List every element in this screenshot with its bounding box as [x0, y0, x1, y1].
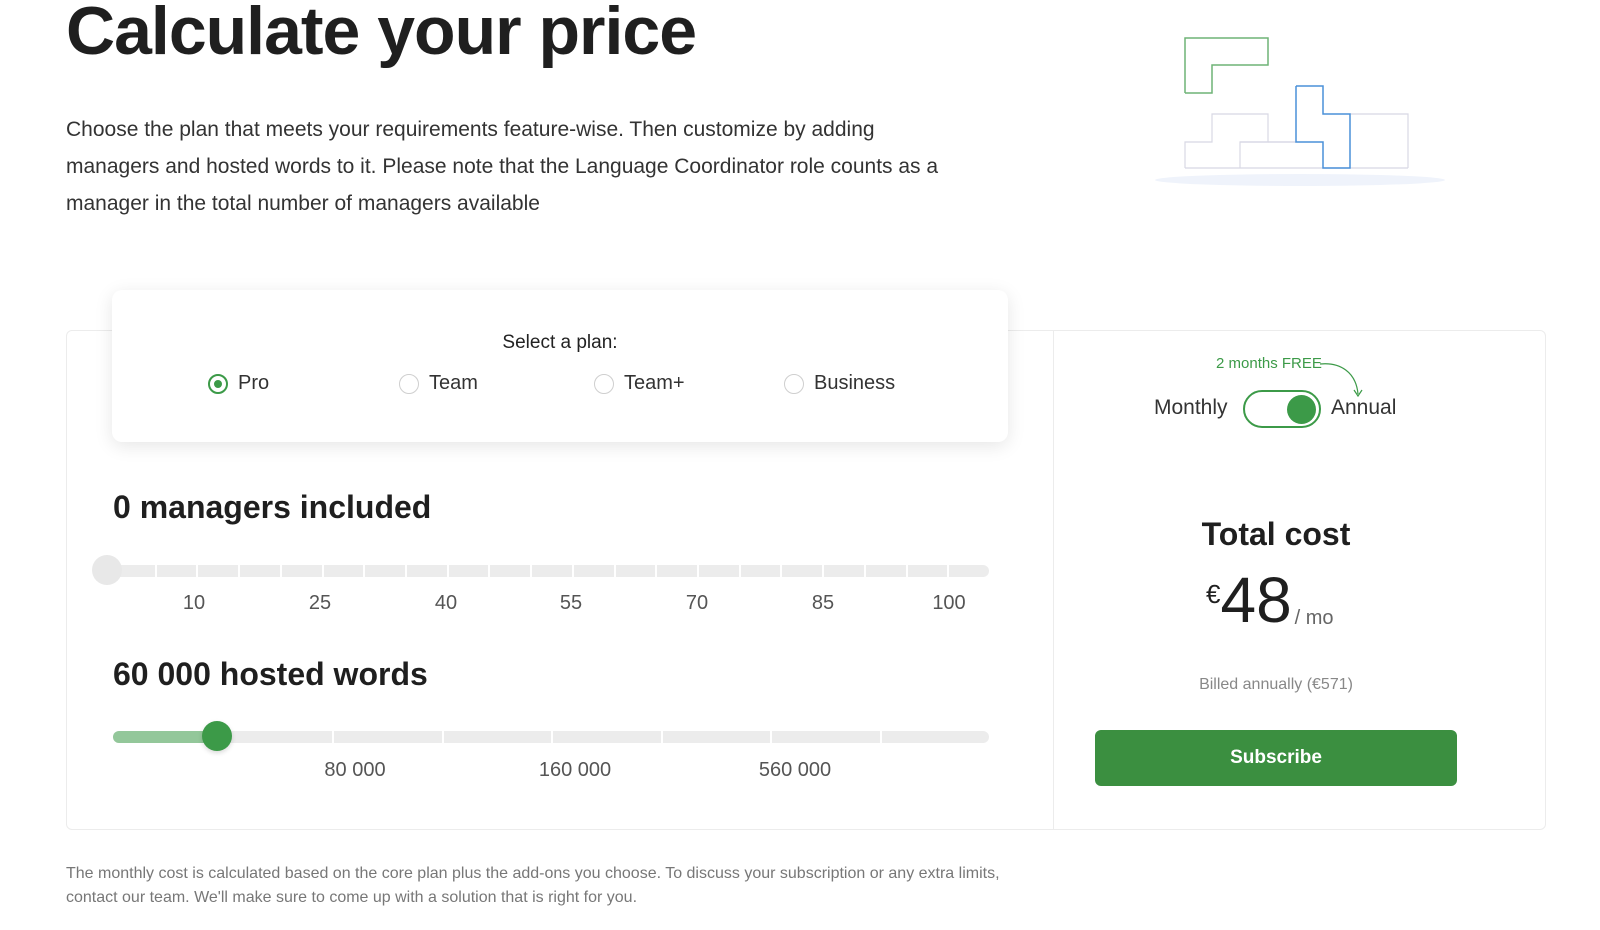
subscribe-button[interactable]: Subscribe — [1095, 730, 1457, 786]
footnote: The monthly cost is calculated based on … — [66, 865, 1000, 906]
price-display: € 48 / mo — [1206, 565, 1334, 635]
billing-monthly-label[interactable]: Monthly — [1154, 396, 1228, 420]
managers-heading: 0 managers included — [113, 489, 432, 525]
words-heading: 60 000 hosted words — [113, 656, 428, 692]
plan-option-label: Team — [429, 372, 478, 394]
slider-segment-divider — [655, 565, 657, 577]
toggle-knob — [1287, 395, 1316, 424]
plan-option-business[interactable]: Business — [784, 372, 895, 395]
billing-toggle[interactable] — [1243, 390, 1321, 428]
plan-option-label: Pro — [238, 372, 270, 394]
free-months-note: 2 months FREE — [1216, 355, 1322, 372]
slider-segment-divider — [405, 565, 407, 577]
radio-selected-icon[interactable] — [208, 373, 228, 394]
plan-option-team[interactable]: Team — [399, 372, 478, 395]
slider-segment-divider — [332, 731, 334, 743]
words-slider[interactable] — [113, 731, 989, 743]
price-currency: € — [1206, 579, 1221, 609]
slider-segment-divider — [363, 565, 365, 577]
slider-segment-divider — [155, 565, 157, 577]
page-description: Choose the plan that meets your requirem… — [66, 118, 939, 215]
words-tick: 560 000 — [758, 759, 832, 781]
slider-segment-divider — [447, 565, 449, 577]
slider-segment-divider — [770, 731, 772, 743]
slider-segment-divider — [739, 565, 741, 577]
managers-tick: 70 — [685, 592, 709, 614]
slider-segment-divider — [780, 565, 782, 577]
slider-segment-divider — [488, 565, 490, 577]
slider-segment-divider — [196, 565, 198, 577]
managers-slider[interactable] — [113, 565, 989, 577]
slider-segment-divider — [697, 565, 699, 577]
radio-unselected-icon[interactable] — [784, 373, 804, 394]
managers-tick: 10 — [182, 592, 206, 614]
slider-segment-divider — [530, 565, 532, 577]
price-period: / mo — [1294, 607, 1334, 629]
words-slider-thumb[interactable] — [202, 721, 232, 751]
managers-tick: 40 — [434, 592, 458, 614]
words-tick: 160 000 — [538, 759, 612, 781]
managers-slider-thumb[interactable] — [92, 555, 122, 585]
plan-selector: Select a plan: Pro Team Team+ Business — [112, 290, 1008, 442]
slider-segment-divider — [572, 565, 574, 577]
slider-segment-divider — [322, 565, 324, 577]
plan-selector-title: Select a plan: — [502, 332, 618, 353]
billing-annual-label[interactable]: Annual — [1331, 396, 1396, 420]
managers-tick: 100 — [932, 592, 966, 614]
managers-tick: 25 — [308, 592, 332, 614]
slider-segment-divider — [661, 731, 663, 743]
plan-option-label: Business — [814, 372, 896, 394]
slider-segment-divider — [822, 565, 824, 577]
words-tick: 80 000 — [324, 759, 386, 781]
slider-segment-divider — [880, 731, 882, 743]
page-title: Calculate your price — [66, 0, 697, 69]
slider-segment-divider — [947, 565, 949, 577]
plan-option-pro[interactable]: Pro — [208, 372, 269, 395]
managers-tick: 85 — [811, 592, 835, 614]
slider-segment-divider — [238, 565, 240, 577]
slider-segment-divider — [906, 565, 908, 577]
slider-segment-divider — [551, 731, 553, 743]
slider-segment-divider — [280, 565, 282, 577]
blocks-illustration — [1155, 37, 1445, 186]
radio-unselected-icon[interactable] — [594, 373, 614, 394]
slider-segment-divider — [864, 565, 866, 577]
total-cost-heading: Total cost — [1201, 516, 1351, 552]
managers-tick: 55 — [559, 592, 583, 614]
slider-segment-divider — [442, 731, 444, 743]
billed-annually-note: Billed annually (€571) — [1199, 676, 1353, 693]
plan-option-team-plus[interactable]: Team+ — [594, 372, 685, 395]
radio-unselected-icon[interactable] — [399, 373, 419, 394]
plan-option-label: Team+ — [624, 372, 685, 394]
card-divider — [1053, 330, 1054, 830]
price-amount: 48 — [1220, 564, 1292, 636]
slider-segment-divider — [614, 565, 616, 577]
